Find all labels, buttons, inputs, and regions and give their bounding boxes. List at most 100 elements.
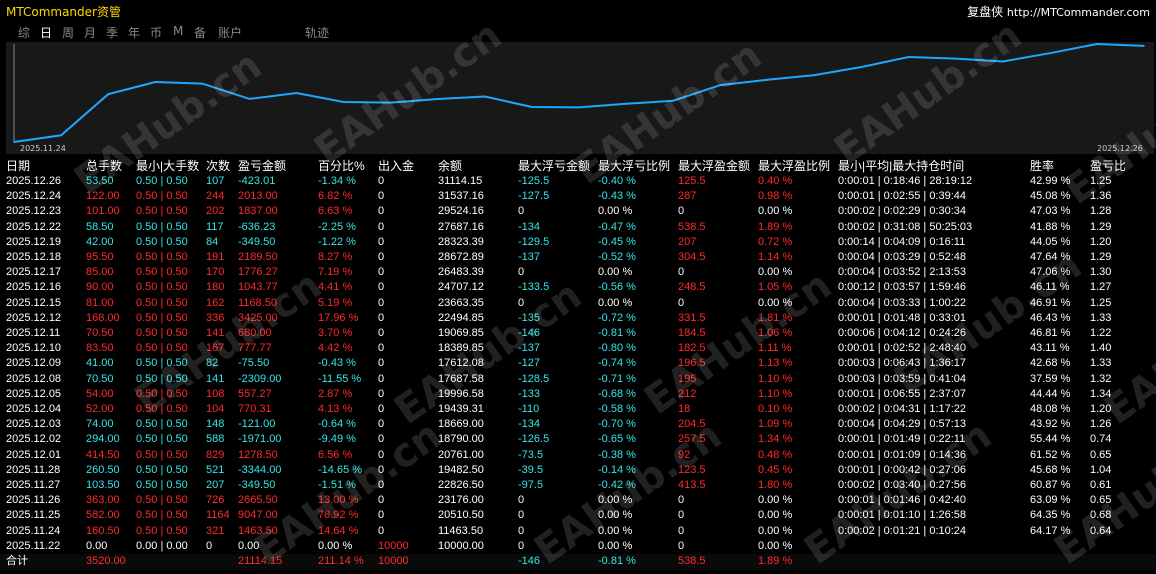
table-row[interactable]: 2025.12.26 53.50 0.50 | 0.50 107 -423.01 -1.3…: [0, 174, 1156, 189]
cell: 14.64 %: [318, 524, 359, 537]
cell: 0.68: [1090, 509, 1112, 522]
table-row[interactable]: 2025.11.28 260.50 0.50 | 0.50 521 -3344.00 -1…: [0, 463, 1156, 478]
cell: 55.44 %: [1030, 433, 1071, 446]
cell: 0: [378, 220, 385, 233]
tab-1[interactable]: 日: [40, 24, 52, 41]
cell: 0:00:01 | 0:01:48 | 0:33:01: [838, 311, 967, 324]
table-row[interactable]: 2025.11.22 0.00 0.00 | 0.00 0 0.00 0.00 % 1000…: [0, 539, 1156, 554]
table-row[interactable]: 2025.12.24 122.00 0.50 | 0.50 244 2013.00 6.8…: [0, 189, 1156, 204]
tab-9[interactable]: 账户: [218, 24, 242, 41]
column-header[interactable]: 总手数: [80, 157, 130, 174]
table-row[interactable]: 2025.12.16 90.00 0.50 | 0.50 180 1043.77 4.41…: [0, 280, 1156, 295]
equity-point: [907, 56, 910, 58]
cell: -134: [518, 220, 541, 233]
equity-chart-svg: [13, 42, 1145, 143]
table-row[interactable]: 2025.12.02 294.00 0.50 | 0.50 588 -1971.00 -9…: [0, 432, 1156, 447]
cell: 18: [678, 403, 691, 416]
table-row[interactable]: 2025.12.11 70.50 0.50 | 0.50 141 680.00 3.70 …: [0, 326, 1156, 341]
total-cell: 1.89 %: [752, 554, 832, 571]
table-row[interactable]: 2025.12.18 95.50 0.50 | 0.50 191 2189.50 8.27…: [0, 250, 1156, 265]
column-header[interactable]: 最小|平均|最大持仓时间: [832, 157, 1024, 174]
table-row[interactable]: 2025.11.25 582.00 0.50 | 0.50 1164 9047.00 78…: [0, 508, 1156, 523]
table-row[interactable]: 2025.11.24 160.50 0.50 | 0.50 321 1463.50 14.…: [0, 524, 1156, 539]
tab-0[interactable]: 综: [18, 24, 30, 41]
top-bar: MTCommander资管 复盘侠 http://MTCommander.com: [0, 0, 1156, 20]
cell: -39.5: [518, 463, 544, 476]
cell: 162: [206, 296, 225, 309]
cell: 0: [518, 205, 525, 218]
column-header[interactable]: 次数: [200, 157, 232, 174]
cell: 45.08 %: [1030, 190, 1071, 203]
tab-4[interactable]: 季: [106, 24, 118, 41]
cell: 54.00: [86, 387, 114, 400]
table-row[interactable]: 2025.12.05 54.00 0.50 | 0.50 108 557.27 2.87 …: [0, 387, 1156, 402]
table-row[interactable]: 2025.12.04 52.00 0.50 | 0.50 104 770.31 4.13 …: [0, 402, 1156, 417]
cell: 260.50: [86, 463, 120, 476]
tab-8[interactable]: 备: [194, 24, 206, 41]
column-header[interactable]: 余额: [432, 157, 512, 174]
cell: 5.19 %: [318, 296, 353, 309]
cell: 0.50 | 0.50: [136, 251, 188, 264]
total-cell: [200, 554, 232, 571]
tab-7[interactable]: M: [173, 24, 183, 38]
table-row[interactable]: 2025.12.22 58.50 0.50 | 0.50 117 -636.23 -2.2…: [0, 220, 1156, 235]
cell: 122.00: [86, 190, 120, 203]
column-header[interactable]: 盈亏金额: [232, 157, 312, 174]
column-header[interactable]: 最大浮盈比例: [752, 157, 832, 174]
table-row[interactable]: 2025.12.12 168.00 0.50 | 0.50 336 3425.00 17.…: [0, 311, 1156, 326]
table-row[interactable]: 2025.12.23 101.00 0.50 | 0.50 202 1837.00 6.6…: [0, 204, 1156, 219]
cell: 2013.00: [238, 190, 278, 203]
total-cell: [432, 554, 512, 571]
column-header[interactable]: 胜率: [1024, 157, 1084, 174]
column-header[interactable]: 盈亏比: [1084, 157, 1156, 174]
cell: 1164: [206, 509, 230, 522]
cell: 42.99 %: [1030, 175, 1071, 187]
table-row[interactable]: 2025.12.15 81.00 0.50 | 0.50 162 1168.50 5.19…: [0, 296, 1156, 311]
tab-5[interactable]: 年: [128, 24, 140, 41]
cell: 1.14 %: [758, 251, 793, 264]
cell: 64.35 %: [1030, 509, 1071, 522]
cell: 0: [378, 418, 385, 431]
column-header[interactable]: 最大浮盈金额: [672, 157, 752, 174]
cell: 1.10 %: [758, 372, 793, 385]
cell: 27687.16: [438, 220, 484, 233]
cell: 1.27: [1090, 281, 1112, 294]
table-row[interactable]: 2025.11.27 103.50 0.50 | 0.50 207 -349.50 -1.…: [0, 478, 1156, 493]
table-row[interactable]: 2025.12.17 85.00 0.50 | 0.50 170 1776.27 7.19…: [0, 265, 1156, 280]
cell: 0.00 %: [318, 539, 353, 552]
tab-10[interactable]: 轨迹: [305, 24, 329, 41]
site-link[interactable]: http://MTCommander.com: [1007, 6, 1150, 19]
column-header[interactable]: 最小|大手数: [130, 157, 200, 174]
table-row[interactable]: 2025.12.01 414.50 0.50 | 0.50 829 1278.50 6.5…: [0, 448, 1156, 463]
tab-6[interactable]: 币: [150, 24, 162, 41]
table-row[interactable]: 2025.12.03 74.00 0.50 | 0.50 148 -121.00 -0.6…: [0, 417, 1156, 432]
cell: 287: [678, 190, 697, 203]
table-row[interactable]: 2025.12.19 42.00 0.50 | 0.50 84 -349.50 -1.22…: [0, 235, 1156, 250]
cell: 0.10 %: [758, 403, 793, 416]
total-cell: 3520.00: [80, 554, 130, 571]
tab-3[interactable]: 月: [84, 24, 96, 41]
cell: 0:00:01 | 0:00:42 | 0:27:06: [838, 463, 967, 476]
tab-2[interactable]: 周: [62, 24, 74, 41]
cell: 0:00:01 | 0:01:49 | 0:22:11: [838, 433, 966, 446]
equity-point: [1001, 60, 1004, 63]
cell: 44.05 %: [1030, 235, 1071, 248]
cell: -129.5: [518, 235, 550, 248]
table-row[interactable]: 2025.12.10 83.50 0.50 | 0.50 167 777.77 4.42 …: [0, 341, 1156, 356]
column-header[interactable]: 最大浮亏金额: [512, 157, 592, 174]
cell: 0: [678, 266, 685, 279]
cell: 63.09 %: [1030, 494, 1071, 507]
table-row[interactable]: 2025.12.08 70.50 0.50 | 0.50 141 -2309.00 -11…: [0, 372, 1156, 387]
equity-point: [1143, 45, 1145, 47]
column-header[interactable]: 出入金: [372, 157, 432, 174]
table-row[interactable]: 2025.11.26 363.00 0.50 | 0.50 726 2665.50 13.…: [0, 493, 1156, 508]
column-header[interactable]: 日期: [0, 157, 80, 174]
column-header[interactable]: 最大浮亏比例: [592, 157, 672, 174]
cell: 0.50 | 0.50: [136, 281, 188, 294]
cell: 0: [518, 524, 525, 537]
column-header[interactable]: 百分比%: [312, 157, 372, 174]
cell: 1.29: [1090, 220, 1112, 233]
table-row[interactable]: 2025.12.09 41.00 0.50 | 0.50 82 -75.50 -0.43 …: [0, 356, 1156, 371]
chart-x-start-label: 2025.11.24: [20, 144, 66, 153]
cell: 1.22: [1090, 327, 1112, 340]
